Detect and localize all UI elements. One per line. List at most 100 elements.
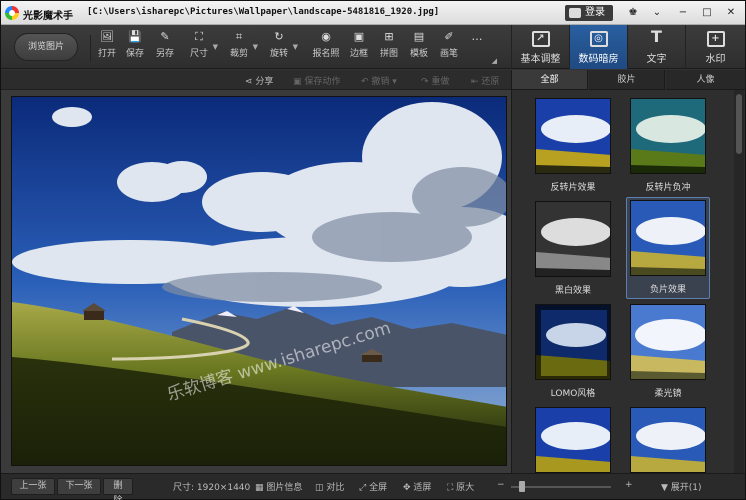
undo-icon: ↶ xyxy=(361,77,372,87)
actual-size-icon: ⛶ xyxy=(447,483,457,493)
effect-item[interactable] xyxy=(626,405,710,473)
tab-watermark[interactable]: + 水印 xyxy=(685,25,745,69)
crop-label: 裁剪 xyxy=(229,49,248,59)
actual-size-label: 原大 xyxy=(456,483,475,493)
tab-basic-adjust-label: 基本调整 xyxy=(520,54,561,65)
effect-soft-focus[interactable]: 柔光镜 xyxy=(626,302,710,402)
image-canvas[interactable]: 乐软博客 www.isharepc.com xyxy=(1,90,511,473)
effect-item[interactable] xyxy=(531,405,615,473)
right-panel-tabs: ↗ 基本调整 ◎ 数码暗房 T 文字 + 水印 xyxy=(511,25,745,69)
resize-button[interactable]: ⛶ 尺寸 ▼ xyxy=(189,31,218,65)
zoom-slider[interactable] xyxy=(511,481,611,492)
id-photo-button[interactable]: ◉ 报名照 xyxy=(311,31,341,65)
browse-images-button[interactable]: 浏览图片 xyxy=(14,33,78,61)
save-action-button[interactable]: ▣ 保存动作 xyxy=(293,74,340,87)
effect-label: 负片效果 xyxy=(649,285,686,295)
skin-icon[interactable]: ♚ xyxy=(623,6,643,20)
scrollbar-thumb[interactable] xyxy=(736,94,742,154)
login-label: 登录 xyxy=(585,7,605,18)
text-icon: T xyxy=(651,27,662,46)
effect-label: LOMO风格 xyxy=(550,389,596,399)
panel-scrollbar[interactable] xyxy=(734,90,744,473)
chevron-down-icon[interactable]: ▾ xyxy=(392,77,397,87)
effect-thumbnail xyxy=(535,304,611,380)
menu-dropdown-icon[interactable]: ⌄ xyxy=(647,6,667,20)
tab-text-label: 文字 xyxy=(646,54,667,65)
effect-label: 反转片负冲 xyxy=(645,183,691,193)
undo-button[interactable]: ↶ 撤销 ▾ xyxy=(361,74,397,87)
share-button[interactable]: ⋖ 分享 xyxy=(245,74,273,87)
rotate-icon: ↻ xyxy=(274,30,284,43)
fit-screen-button[interactable]: ✥ 适屏 xyxy=(403,480,431,493)
save-button[interactable]: 💾 保存 xyxy=(125,31,145,65)
effect-black-white[interactable]: 黑白效果 xyxy=(531,199,615,299)
open-image-icon: 🖼 xyxy=(100,30,114,43)
triangle-down-icon: ▼ xyxy=(661,483,671,493)
maximize-button[interactable]: □ xyxy=(697,6,717,20)
effect-thumbnail xyxy=(630,304,706,380)
border-button[interactable]: ▣ 边框 xyxy=(349,31,369,65)
rotate-button[interactable]: ↻ 旋转 ▼ xyxy=(269,30,298,65)
save-as-button[interactable]: ✎ 另存 xyxy=(155,31,175,65)
crop-icon: ⌗ xyxy=(235,30,243,43)
filter-tab-portrait[interactable]: 人像 xyxy=(666,70,746,90)
zoom-slider-handle[interactable] xyxy=(519,481,525,492)
chevron-down-icon[interactable]: ▼ xyxy=(253,43,258,51)
next-image-button[interactable]: 下一张 xyxy=(57,478,101,495)
tab-watermark-label: 水印 xyxy=(705,54,726,65)
camera-icon: ◎ xyxy=(589,31,608,47)
expand-button[interactable]: ▼ 展开(1) xyxy=(661,480,702,493)
effect-thumbnail xyxy=(630,98,706,174)
chevron-down-icon[interactable]: ▼ xyxy=(213,43,218,51)
effect-thumbnail xyxy=(630,407,706,473)
main-toolbar: 浏览图片 🖼 打开 💾 保存 ✎ 另存 ⛶ 尺寸 ▼ ⌗ 裁剪 ▼ ↻ 旋转 ▼ xyxy=(1,25,745,69)
zoom-out-button[interactable]: − xyxy=(497,480,505,490)
toolbar-divider xyxy=(90,35,91,61)
restore-button[interactable]: ⇤ 还原 xyxy=(471,74,499,87)
fullscreen-button[interactable]: ⤢ 全屏 xyxy=(359,480,387,493)
prev-image-button[interactable]: 上一张 xyxy=(11,478,55,495)
tab-text[interactable]: T 文字 xyxy=(627,25,685,69)
redo-button[interactable]: ↷ 重做 xyxy=(421,74,449,87)
collage-button[interactable]: ⊞ 拼图 xyxy=(379,31,399,65)
collage-icon: ⊞ xyxy=(384,30,394,43)
close-button[interactable]: ✕ xyxy=(721,6,741,20)
save-as-label: 另存 xyxy=(155,49,174,59)
redo-label: 重做 xyxy=(431,77,450,87)
file-path: [C:\Users\isharepc\Pictures\Wallpaper\la… xyxy=(87,7,440,17)
status-bar: 上一张 下一张 删除 尺寸: 1920×1440 ▦ 图片信息 ◫ 对比 ⤢ 全… xyxy=(1,473,745,500)
tab-basic-adjust[interactable]: ↗ 基本调整 xyxy=(511,25,569,69)
fullscreen-label: 全屏 xyxy=(369,483,388,493)
zoom-in-button[interactable]: + xyxy=(625,480,633,490)
open-button[interactable]: 🖼 打开 xyxy=(97,31,117,65)
effect-negative[interactable]: 负片效果 xyxy=(626,197,710,299)
image-info-button[interactable]: ▦ 图片信息 xyxy=(255,480,302,493)
template-button[interactable]: ▤ 模板 xyxy=(409,31,429,65)
chevron-down-icon[interactable]: ▼ xyxy=(293,43,298,51)
effect-thumbnail xyxy=(535,201,611,277)
corner-arrow-icon: ◢ xyxy=(491,57,497,65)
compare-button[interactable]: ◫ 对比 xyxy=(315,480,344,493)
action-bar: ⋖ 分享 ▣ 保存动作 ↶ 撤销 ▾ ↷ 重做 ⇤ 还原 xyxy=(1,70,511,90)
minimize-button[interactable]: − xyxy=(673,6,693,20)
id-photo-icon: ◉ xyxy=(321,30,331,43)
effect-reversal[interactable]: 反转片效果 xyxy=(531,96,615,196)
landscape-photo[interactable]: 乐软博客 www.isharepc.com xyxy=(11,96,507,466)
crop-button[interactable]: ⌗ 裁剪 ▼ xyxy=(229,30,258,65)
effect-lomo[interactable]: LOMO风格 xyxy=(531,302,615,402)
filter-tab-film[interactable]: 胶片 xyxy=(589,70,665,90)
filter-tab-all[interactable]: 全部 xyxy=(512,70,588,90)
brush-button[interactable]: ✐ 画笔 xyxy=(439,31,459,65)
effect-label: 柔光镜 xyxy=(654,389,682,399)
effects-panel: 全部 胶片 人像 反转片效果 反转片负冲 黑白效果 负片效果 LOMO风格 柔光… xyxy=(511,70,746,473)
save-icon: 💾 xyxy=(128,30,142,43)
delete-button[interactable]: 删除 xyxy=(103,478,133,500)
fit-screen-label: 适屏 xyxy=(413,483,432,493)
brush-icon: ✐ xyxy=(444,30,454,43)
compare-icon: ◫ xyxy=(315,483,327,493)
tab-digital-darkroom[interactable]: ◎ 数码暗房 xyxy=(569,25,627,69)
actual-size-button[interactable]: ⛶ 原大 xyxy=(447,480,474,493)
effect-reversal-negative[interactable]: 反转片负冲 xyxy=(626,96,710,196)
more-tools-button[interactable]: … ◢ xyxy=(469,31,498,66)
login-button[interactable]: 登录 xyxy=(565,5,613,21)
